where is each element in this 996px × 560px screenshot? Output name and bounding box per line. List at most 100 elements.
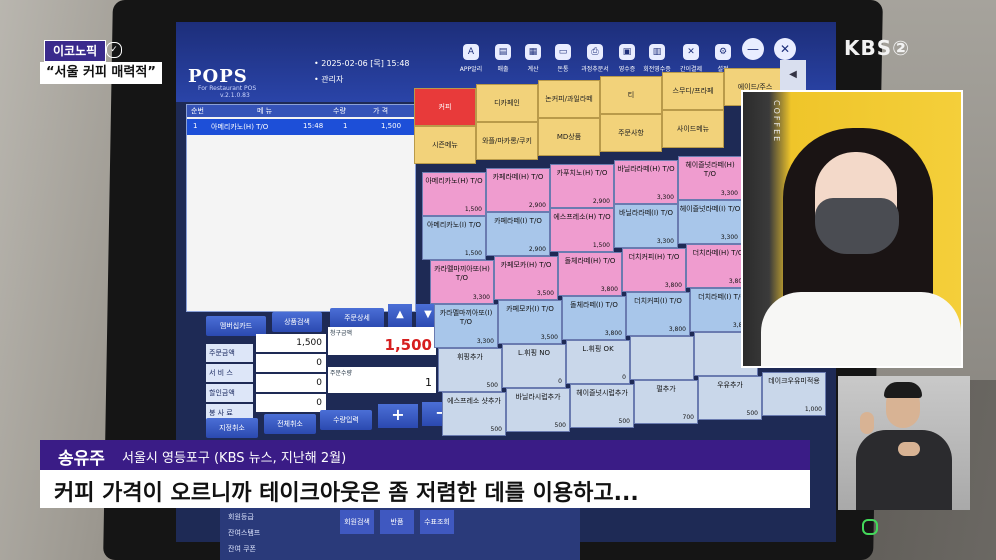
menu-item[interactable]: 휘핑추가 500: [438, 348, 502, 392]
check-inquiry-button[interactable]: 수표조회: [420, 510, 454, 534]
category-md[interactable]: MD상품: [538, 118, 600, 156]
category-tea[interactable]: 티: [600, 76, 662, 114]
sales-icon: ▤: [495, 44, 511, 60]
menu-item[interactable]: 돌체라떼(H) T/O 3,800: [558, 252, 622, 296]
speaker-name: 송유주: [58, 449, 105, 469]
pos-version: v.2.1.0.83: [220, 92, 250, 99]
interpreter-hand: [860, 412, 874, 434]
plus-button[interactable]: +: [378, 404, 418, 428]
order-detail-button[interactable]: 주문상세: [330, 308, 384, 328]
segment-title: “서울 커피 매력적”: [40, 62, 162, 84]
pos-logo-subtitle: For Restaurant POS: [198, 85, 257, 92]
menu-item[interactable]: L.휘핑 NO 0: [502, 344, 566, 388]
menu-item[interactable]: 바닐라라떼(I) T/O 3,300: [614, 204, 678, 248]
discount-label: 할인금액: [206, 384, 253, 402]
menu-item[interactable]: 카페모카(I) T/O 3,500: [498, 300, 562, 344]
product-search-button[interactable]: 상품검색: [272, 312, 322, 332]
member-search-button[interactable]: 회원검색: [340, 510, 374, 534]
minimize-icon[interactable]: —: [742, 38, 764, 60]
cancel-all-button[interactable]: 전체취소: [264, 414, 316, 434]
toolbar-sales[interactable]: ▤ 매출: [488, 44, 518, 84]
category-waffle[interactable]: 와플/마카롱/쿠키: [476, 122, 538, 160]
menu-item[interactable]: 에스프레소(H) T/O 1,500: [550, 208, 614, 252]
close-icon[interactable]: ✕: [774, 38, 796, 60]
payment-icon: ✕: [683, 44, 699, 60]
menu-item[interactable]: 우유추가 500: [698, 376, 762, 420]
category-coffee[interactable]: 커피: [414, 88, 476, 126]
scroll-up-button[interactable]: ▲: [388, 304, 412, 328]
order-quantity-value: 1: [425, 376, 432, 389]
category-next-icon[interactable]: ◀: [780, 60, 806, 90]
menu-item[interactable]: 헤이즐넛시럽추가 500: [570, 384, 634, 428]
menu-item[interactable]: 카푸치노(H) T/O 2,900: [550, 164, 614, 208]
remaining-coupon-label: 잔여 쿠폰: [228, 545, 256, 553]
toolbar-app[interactable]: A APP알리: [456, 44, 486, 84]
menu-item[interactable]: 더치커피(I) T/O 3,800: [626, 292, 690, 336]
menu-item[interactable]: 펄추가 700: [634, 380, 698, 424]
order-amount-label: 주문금액: [206, 344, 253, 362]
menu-item[interactable]: 헤이즐넛라떼(I) T/O 3,300: [678, 200, 742, 244]
order-quantity-box: 주문수량 1: [328, 367, 436, 393]
menu-item[interactable]: 더치커피(H) T/O 3,800: [622, 248, 686, 292]
menu-item[interactable]: [630, 336, 694, 380]
category-season[interactable]: 시즌메뉴: [414, 126, 476, 164]
menu-item[interactable]: 카페라떼(H) T/O 2,900: [486, 168, 550, 212]
menu-item[interactable]: 아메리카노(H) T/O 1,500: [422, 172, 486, 216]
interpreter-hair: [884, 382, 922, 398]
category-non-coffee[interactable]: 논커피/과일라떼: [538, 80, 600, 118]
speaker-info: 서울시 영등포구 (KBS 뉴스, 지난해 2월): [122, 451, 347, 466]
speaker-bar: 송유주 서울시 영등포구 (KBS 뉴스, 지난해 2월): [40, 440, 810, 470]
calculator-icon: ▦: [525, 44, 541, 60]
menu-item[interactable]: 카페모카(H) T/O 3,500: [494, 256, 558, 300]
category-order-note[interactable]: 주문사항: [600, 114, 662, 152]
menu-item[interactable]: 카페라떼(I) T/O 2,900: [486, 212, 550, 256]
membership-card-button[interactable]: 멤버십카드: [206, 316, 266, 336]
menu-item[interactable]: 헤이즐넛라떼(H) T/O 3,300: [678, 156, 742, 200]
menu-item[interactable]: 에스프레소 샷추가 500: [442, 392, 506, 436]
category-side[interactable]: 사이드메뉴: [662, 110, 724, 148]
pos-logo: POPS: [188, 66, 248, 87]
gear-icon: ⚙: [715, 44, 731, 60]
payment-amount-box: 청구금액 1,500: [328, 327, 436, 355]
receipt-history-icon: ▥: [649, 44, 665, 60]
member-grade-label: 회원등급: [228, 513, 254, 521]
channel-logo: KBS②: [844, 36, 911, 60]
menu-item[interactable]: 아메리카노(I) T/O 1,500: [422, 216, 486, 260]
order-row[interactable]: 1 아메리카노(H) T/O 15:48 1 1,500: [187, 119, 415, 135]
printer-icon: ⎙: [587, 44, 603, 60]
category-decaf[interactable]: 디카페인: [476, 84, 538, 122]
pos-date: • 2025-02-06 [목] 15:48: [314, 59, 410, 68]
interview-inset: COFFEE: [741, 90, 963, 368]
menu-item[interactable]: 카라멜마끼아또(I) T/O 3,300: [434, 304, 498, 348]
sign-language-interpreter: [838, 376, 970, 510]
return-button[interactable]: 반품: [380, 510, 414, 534]
category-smoothie[interactable]: 스무디/프라페: [662, 72, 724, 110]
power-led-icon: [862, 519, 878, 535]
service-charge-value: 0: [256, 394, 326, 412]
caption-text: 커피 가격이 오르니까 테이크아웃은 좀 저렴한 데를 이용하고...: [54, 481, 639, 506]
discount-value: 0: [256, 374, 326, 392]
receipt-icon: ▣: [619, 44, 635, 60]
toolbar-calc[interactable]: ▦ 계산: [518, 44, 548, 84]
menu-item[interactable]: 카라멜마끼아또(H) T/O 3,300: [430, 260, 494, 304]
menu-item[interactable]: 데이크우유미적용 1,000: [762, 372, 826, 416]
interviewee-coat: [761, 292, 961, 366]
inset-coffee-sign: COFFEE: [772, 100, 781, 144]
menu-item[interactable]: 바닐라시럽추가 500: [506, 388, 570, 432]
menu-item[interactable]: 바닐라라떼(H) T/O 3,300: [614, 160, 678, 204]
menu-item[interactable]: L.휘핑 OK 0: [566, 340, 630, 384]
pos-user: • 관리자: [314, 75, 344, 84]
menu-item[interactable]: 돌체라떼(I) T/O 3,800: [562, 296, 626, 340]
toolbar-cash[interactable]: ▭ 돈통: [548, 44, 578, 84]
order-list: 순번 메 뉴 수량 가 격 1 아메리카노(H) T/O 15:48 1 1,5…: [186, 104, 416, 312]
check-circle-icon: ✓: [106, 42, 122, 58]
quantity-input-button[interactable]: 수량입력: [320, 410, 372, 430]
segment-tag: 이코노픽: [44, 40, 107, 62]
service-label: 서 비 스: [206, 364, 253, 382]
remaining-stamp-label: 잔여스탬프: [228, 529, 261, 537]
face-mask: [815, 198, 899, 254]
payment-amount-label: 청구금액: [330, 330, 353, 337]
cancel-selected-button[interactable]: 지정취소: [206, 418, 258, 438]
member-info-strip: 회원등급 잔여스탬프 잔여 쿠폰 회원검색 반품 수표조회: [220, 508, 580, 560]
payment-amount-value: 1,500: [384, 336, 432, 354]
